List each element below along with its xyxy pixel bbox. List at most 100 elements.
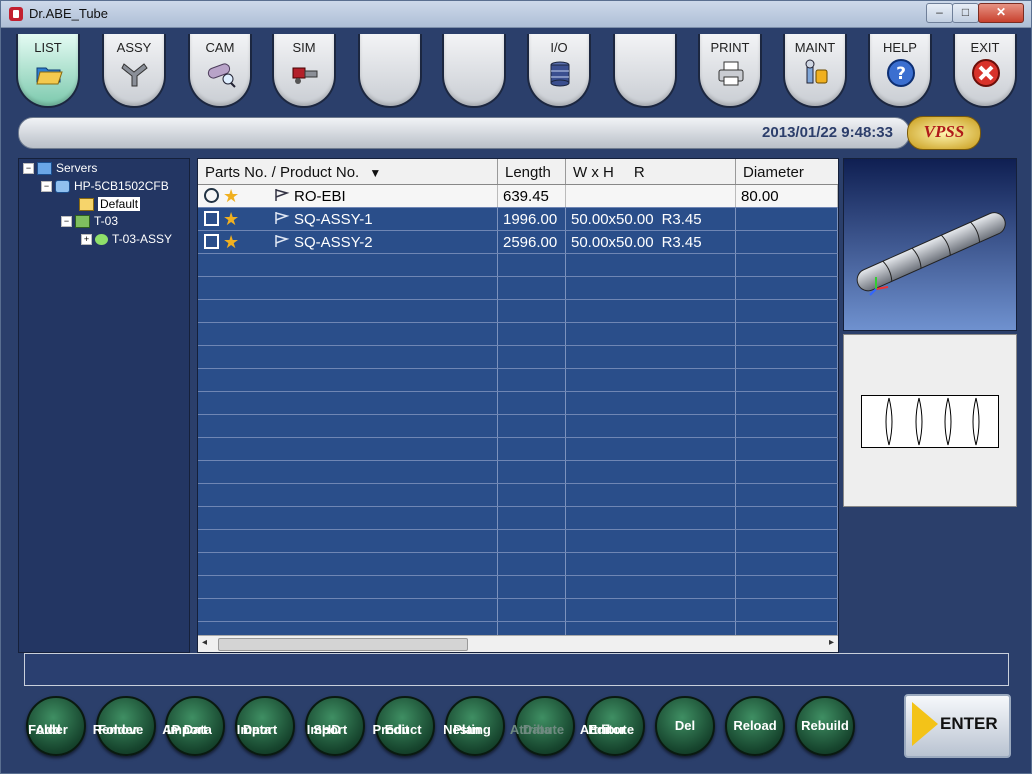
product-edit-button[interactable]: Product Edit [372,696,435,756]
parts-table: Parts No. / Product No. ▼ Length W x HR … [197,158,839,653]
cell-diameter [736,323,838,345]
tab-empty-1[interactable] [358,34,422,108]
empty-table-row[interactable] [198,323,838,346]
attribute-data-button[interactable]: Attribute Data [510,696,575,756]
cell-length [498,507,566,529]
tree-node-host[interactable]: − HP-5CB1502CFB [41,179,169,194]
tab-print[interactable]: PRINT [698,34,762,108]
tab-maint[interactable]: MAINT [783,34,847,108]
shd-import-button[interactable]: SHD Import [305,696,365,756]
empty-table-row[interactable] [198,530,838,553]
square-tube-icon[interactable] [204,234,219,249]
empty-table-row[interactable] [198,599,838,622]
empty-table-row[interactable] [198,553,838,576]
cell-diameter: 80.00 [736,185,838,207]
tab-exit[interactable]: EXIT [953,34,1017,108]
datetime-display: 2013/01/22 9:48:33 [762,124,893,141]
tab-list[interactable]: LIST [16,34,80,108]
del-button[interactable]: Del [655,696,715,756]
nesting-plan-button[interactable]: Nesting Plan [443,696,505,756]
enter-button[interactable]: ENTER [904,694,1011,758]
flag-icon [275,189,290,201]
folder-icon [79,198,94,212]
collapse-icon[interactable]: − [61,216,72,228]
cell-wxh [566,415,736,437]
expand-icon[interactable]: + [81,234,92,246]
tree-node-default[interactable]: Default [79,197,141,212]
tab-io[interactable]: I/O [527,34,591,108]
cell-diameter [736,553,838,575]
cell-parts-no [198,461,498,483]
cell-wxh [566,300,736,322]
empty-table-row[interactable] [198,461,838,484]
btn-label-line2: Edit [384,722,410,737]
tab-sim[interactable]: SIM [272,34,336,108]
empty-table-row[interactable] [198,415,838,438]
scroll-left-icon[interactable]: ◂ [202,637,207,648]
table-row[interactable]: ★ SQ-ASSY-1 1996.00 50.00x50.00 R3.45 [198,208,838,231]
empty-table-row[interactable] [198,346,838,369]
maximize-button[interactable]: □ [952,3,979,23]
cell-parts-no [198,392,498,414]
remove-folder-button[interactable]: Remove Folder [93,696,156,756]
cell-parts-no [198,369,498,391]
empty-table-row[interactable] [198,576,838,599]
add-folder-button[interactable]: Add Folder [26,696,86,756]
vpss-logo-text: VPSS [923,122,965,141]
empty-table-row[interactable] [198,507,838,530]
round-tube-icon[interactable] [204,188,219,203]
tab-help[interactable]: HELP ? [868,34,932,108]
cell-length [498,599,566,621]
tab-cam[interactable]: CAM [188,34,252,108]
empty-table-row[interactable] [198,438,838,461]
svg-text:?: ? [896,64,906,84]
star-icon: ★ [223,209,240,229]
cell-diameter [736,530,838,552]
empty-table-row[interactable] [198,254,838,277]
horizontal-scrollbar[interactable]: ◂ ▸ [198,635,838,652]
attribute-editor-button[interactable]: Attribute Editor [580,696,645,756]
empty-table-row[interactable] [198,369,838,392]
cell-length [498,576,566,598]
tab-cam-label: CAM [205,40,235,55]
scrollbar-thumb[interactable] [218,638,468,651]
exit-icon [972,59,1000,87]
header-length[interactable]: Length [498,159,566,184]
header-diameter[interactable]: Diameter [736,159,838,184]
cell-length [498,323,566,345]
square-tube-icon[interactable] [204,211,219,226]
minimize-button[interactable]: – [926,3,953,23]
table-row[interactable]: ★ SQ-ASSY-2 2596.00 50.00x50.00 R3.45 [198,231,838,254]
tab-empty-3[interactable] [613,34,677,108]
help-icon: ? [887,59,915,87]
header-parts-no[interactable]: Parts No. / Product No. ▼ [198,159,498,184]
tree-node-t03-assy[interactable]: + T-03-ASSY [81,232,172,246]
folder-icon [75,215,90,229]
empty-table-row[interactable] [198,484,838,507]
header-wxh[interactable]: W x HR [566,159,736,184]
data-import-button[interactable]: Data Import [235,696,295,756]
tree-node-t03[interactable]: − T-03 [61,214,118,229]
empty-table-row[interactable] [198,392,838,415]
empty-table-row[interactable] [198,277,838,300]
tab-assy[interactable]: ASSY [102,34,166,108]
collapse-icon[interactable]: − [41,181,52,193]
ap-data-import-button[interactable]: AP Data Import [162,696,225,756]
scroll-right-icon[interactable]: ▸ [829,637,834,648]
table-row[interactable]: ★ RO-EBI 639.45 80.00 [198,185,838,208]
collapse-icon[interactable]: − [23,163,34,175]
cell-parts-no [198,484,498,506]
database-icon [550,61,570,87]
close-window-button[interactable]: ✕ [978,3,1024,23]
reload-button[interactable]: Reload [725,696,785,756]
cell-parts-no [198,599,498,621]
btn-label-line2: Import [166,722,208,737]
r-value: R3.45 [661,234,702,251]
cell-wxh [566,507,736,529]
tab-empty-2[interactable] [442,34,506,108]
rebuild-button[interactable]: Rebuild [795,696,855,756]
cell-diameter [736,300,838,322]
empty-table-row[interactable] [198,300,838,323]
tree-node-servers[interactable]: − Servers [23,161,97,176]
tab-sim-label: SIM [292,40,316,55]
